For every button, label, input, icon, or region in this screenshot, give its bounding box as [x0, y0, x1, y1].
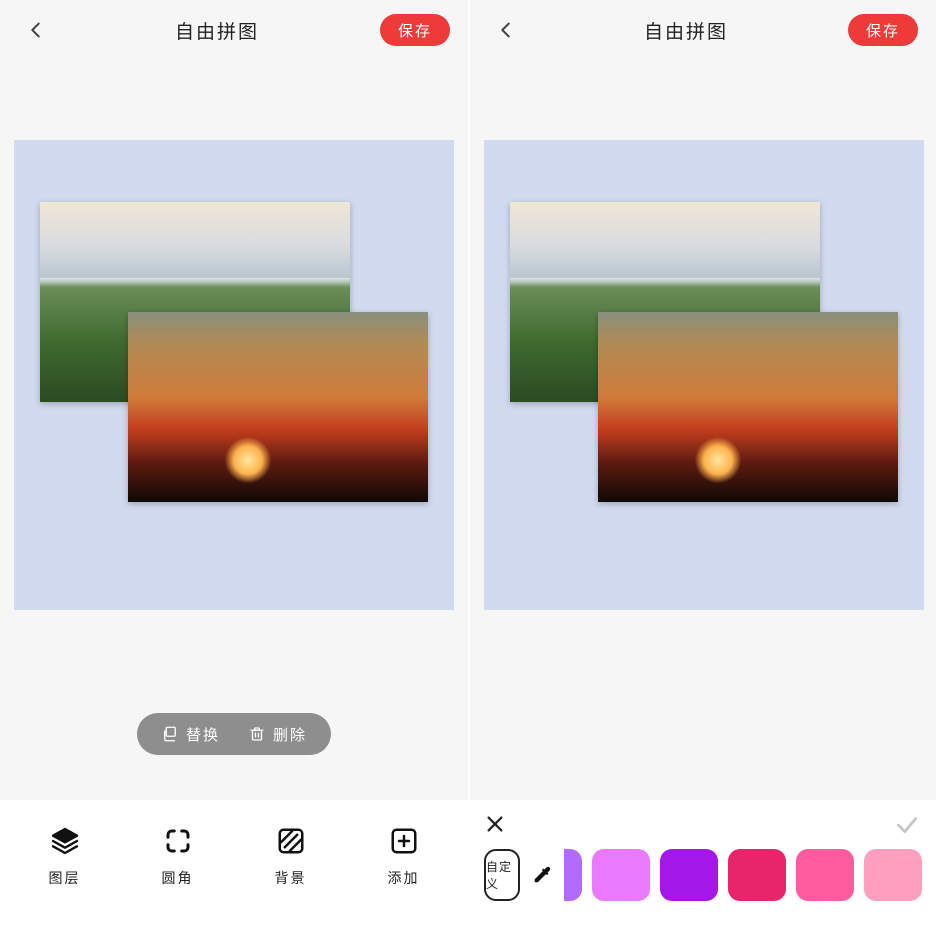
replace-label: 替换: [186, 724, 220, 745]
collage-canvas[interactable]: [484, 140, 924, 610]
confirm-button[interactable]: [894, 811, 922, 839]
toolbar-add-label: 添加: [388, 868, 420, 888]
layers-icon: [48, 824, 82, 858]
toolbar-corner-label: 圆角: [162, 868, 194, 888]
save-button[interactable]: 保存: [380, 14, 450, 46]
toolbar-background-label: 背景: [275, 868, 307, 888]
screen-right: 自由拼图 保存 自定义: [468, 0, 936, 930]
toolbar-add[interactable]: 添加: [364, 824, 444, 888]
collage-image-2[interactable]: [598, 312, 898, 502]
panel-header: [484, 810, 922, 840]
toolbar-background[interactable]: 背景: [251, 824, 331, 888]
collage-image-2[interactable]: [128, 312, 428, 502]
eyedropper-button[interactable]: [530, 849, 554, 901]
canvas-area: [470, 60, 936, 624]
custom-color-button[interactable]: 自定义: [484, 849, 520, 901]
back-button[interactable]: [18, 12, 54, 48]
corner-icon: [161, 824, 195, 858]
toolbar-layers[interactable]: 图层: [25, 824, 105, 888]
toolbar-layers-label: 图层: [49, 868, 81, 888]
page-title: 自由拼图: [175, 17, 259, 44]
image-action-pill: 替换 删除: [137, 713, 331, 755]
header: 自由拼图 保存: [470, 0, 936, 60]
color-swatch-3[interactable]: [728, 849, 786, 901]
chevron-left-icon: [25, 19, 47, 41]
screen-left: 自由拼图 保存 替换 删除: [0, 0, 468, 930]
add-icon: [387, 824, 421, 858]
trash-icon: [248, 725, 266, 743]
bottom-toolbar: 图层 圆角 背景: [0, 800, 468, 930]
close-icon: [484, 813, 506, 835]
save-button[interactable]: 保存: [848, 14, 918, 46]
background-icon: [274, 824, 308, 858]
eyedropper-icon: [530, 863, 554, 887]
check-icon: [894, 811, 920, 837]
color-swatch-4[interactable]: [796, 849, 854, 901]
header: 自由拼图 保存: [0, 0, 468, 60]
delete-button[interactable]: 删除: [248, 724, 307, 745]
color-swatch-row: 自定义: [484, 840, 922, 910]
color-swatch-0[interactable]: [564, 849, 582, 901]
back-button[interactable]: [488, 12, 524, 48]
color-swatch-5[interactable]: [864, 849, 922, 901]
replace-button[interactable]: 替换: [161, 724, 220, 745]
color-swatch-1[interactable]: [592, 849, 650, 901]
close-button[interactable]: [484, 813, 508, 837]
replace-icon: [161, 725, 179, 743]
canvas-area: [0, 60, 468, 624]
chevron-left-icon: [495, 19, 517, 41]
collage-canvas[interactable]: [14, 140, 454, 610]
toolbar-corner[interactable]: 圆角: [138, 824, 218, 888]
page-title: 自由拼图: [644, 17, 728, 44]
delete-label: 删除: [273, 724, 307, 745]
color-swatch-2[interactable]: [660, 849, 718, 901]
background-color-panel: 自定义: [470, 800, 936, 930]
